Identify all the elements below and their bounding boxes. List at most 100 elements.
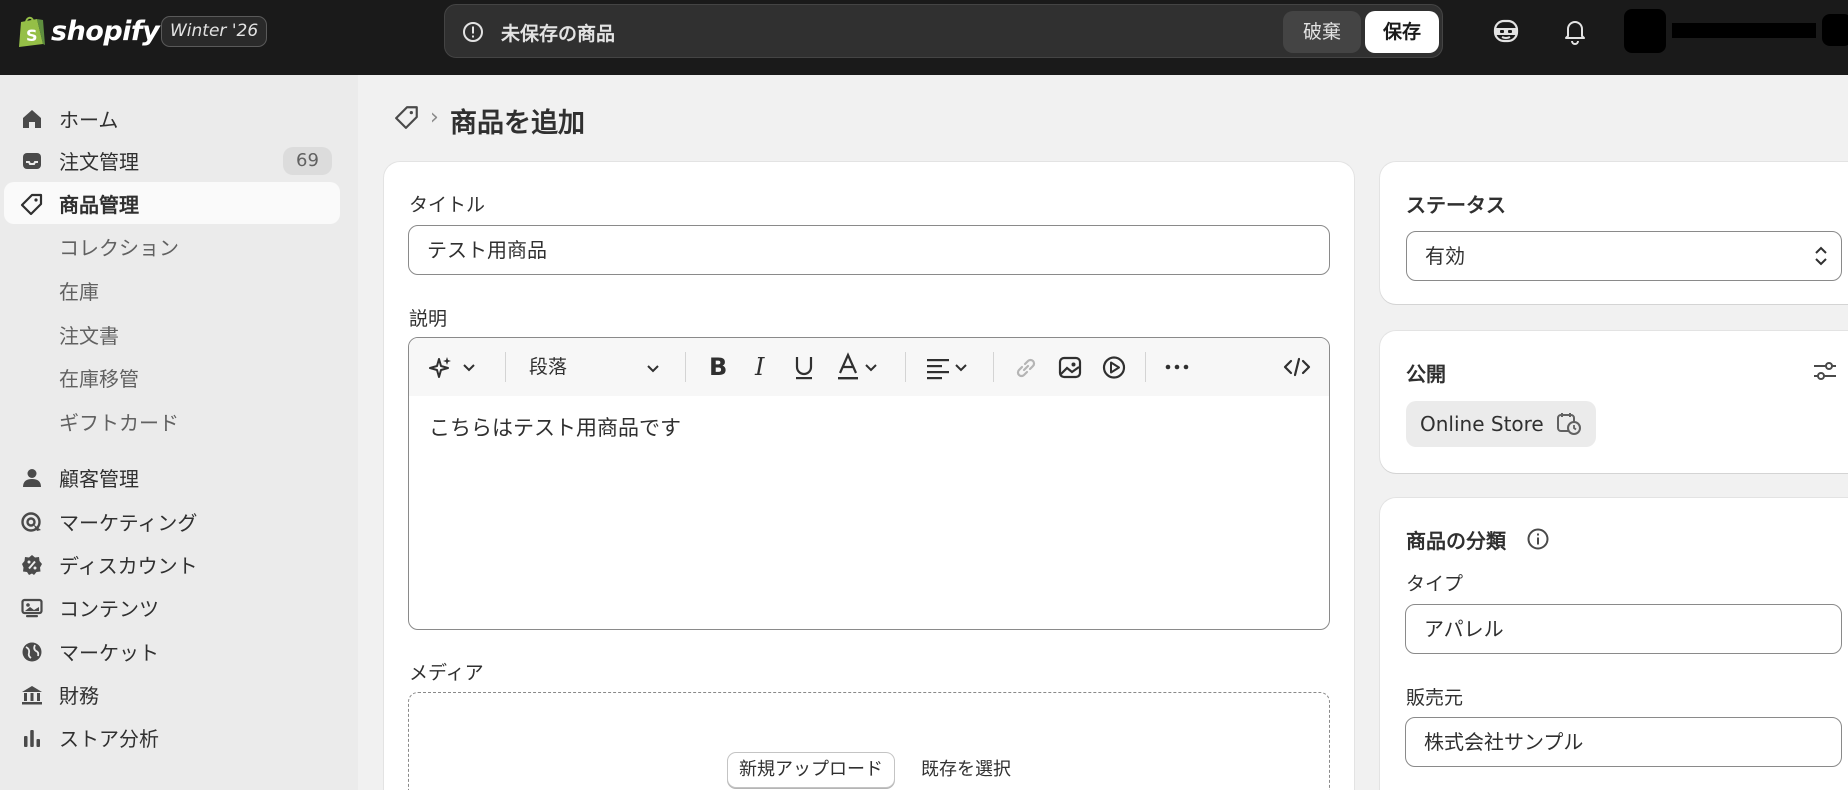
orders-count-badge: 69 bbox=[283, 147, 332, 175]
unsaved-changes-bar: 未保存の商品 破棄 保存 bbox=[444, 4, 1443, 58]
chevron-right-icon: › bbox=[430, 105, 439, 130]
paragraph-style-select[interactable]: 段落 bbox=[529, 352, 567, 382]
insert-video-icon[interactable] bbox=[1101, 352, 1127, 382]
sidebar-item-label: コレクション bbox=[59, 235, 179, 260]
sidebar-item-label: 在庫 bbox=[59, 279, 99, 304]
sidebar-item-gift-cards[interactable]: ギフトカード bbox=[4, 400, 340, 442]
sidebar-item-home[interactable]: ホーム bbox=[4, 97, 340, 139]
sidebar-item-label: 財務 bbox=[59, 683, 99, 708]
user-avatar[interactable] bbox=[1822, 14, 1848, 46]
sidebar-item-collections[interactable]: コレクション bbox=[4, 225, 340, 267]
publishing-card: 公開 Online Store bbox=[1380, 331, 1848, 473]
description-editor: 段落 B I こちらはテスト用商品です bbox=[408, 337, 1330, 630]
media-dropzone[interactable]: 新規アップロード 既存を選択 bbox=[408, 692, 1330, 790]
sidebar-item-markets[interactable]: マーケット bbox=[4, 630, 340, 672]
sidebar-item-finance[interactable]: 財務 bbox=[4, 673, 340, 715]
home-icon bbox=[23, 110, 41, 128]
svg-text:I: I bbox=[754, 353, 765, 381]
organization-title: 商品の分類 bbox=[1406, 529, 1506, 553]
top-bar: S shopify Winter '26 未保存の商品 破棄 保存 bbox=[0, 0, 1848, 75]
select-existing-button[interactable]: 既存を選択 bbox=[921, 752, 1011, 788]
insert-image-icon[interactable] bbox=[1057, 352, 1083, 382]
calendar-clock-icon[interactable] bbox=[1556, 412, 1582, 436]
store-name-redacted[interactable] bbox=[1672, 23, 1816, 38]
publishing-title: 公開 bbox=[1406, 362, 1446, 386]
shopify-logo[interactable]: S shopify bbox=[17, 14, 160, 48]
page-title: 商品を追加 bbox=[450, 108, 585, 139]
underline-icon[interactable] bbox=[791, 352, 817, 382]
code-view-icon[interactable] bbox=[1283, 352, 1311, 382]
bell-icon[interactable] bbox=[1560, 16, 1590, 46]
svg-text:S: S bbox=[26, 26, 38, 45]
sidebar-item-customers[interactable]: 顧客管理 bbox=[4, 456, 340, 498]
sales-channel-chip[interactable]: Online Store bbox=[1406, 401, 1596, 447]
type-label: タイプ bbox=[1406, 573, 1464, 595]
description-text[interactable]: こちらはテスト用商品です bbox=[429, 412, 681, 442]
sidebar-item-purchase-orders[interactable]: 注文書 bbox=[4, 313, 340, 355]
save-button[interactable]: 保存 bbox=[1365, 11, 1439, 53]
channel-name: Online Store bbox=[1420, 412, 1544, 436]
sidebar: ホーム 注文管理 69 商品管理 コレクション 在庫 注文書 在庫移管 ギフトカ… bbox=[0, 75, 358, 790]
sidebar-item-discounts[interactable]: ディスカウント bbox=[4, 543, 340, 585]
toolbar-divider bbox=[505, 352, 506, 382]
chevron-down-icon bbox=[463, 364, 475, 372]
more-icon[interactable] bbox=[1163, 352, 1191, 382]
sidekick-icon[interactable] bbox=[1491, 16, 1521, 46]
text-color-icon bbox=[838, 352, 858, 380]
tag-icon bbox=[20, 193, 43, 216]
sidebar-item-label: マーケティング bbox=[59, 510, 198, 535]
svg-text:B: B bbox=[709, 353, 727, 381]
sidebar-item-analytics[interactable]: ストア分析 bbox=[4, 716, 340, 758]
info-icon[interactable] bbox=[1526, 527, 1550, 551]
filter-settings-icon[interactable] bbox=[1812, 359, 1838, 383]
sidebar-item-label: 注文書 bbox=[59, 323, 119, 348]
person-icon bbox=[23, 469, 41, 487]
sidebar-item-orders[interactable]: 注文管理 69 bbox=[4, 139, 340, 181]
alert-circle-icon bbox=[463, 22, 483, 42]
chevron-down-icon bbox=[865, 364, 877, 372]
tag-icon[interactable] bbox=[394, 104, 420, 130]
breadcrumb: › 商品を追加 bbox=[394, 104, 585, 139]
sidebar-item-marketing[interactable]: マーケティング bbox=[4, 500, 340, 542]
unsaved-message: 未保存の商品 bbox=[501, 23, 616, 45]
store-avatar[interactable] bbox=[1624, 9, 1666, 53]
sidebar-item-products[interactable]: 商品管理 bbox=[4, 182, 340, 224]
select-chevrons-icon bbox=[1815, 246, 1827, 266]
toolbar-divider bbox=[905, 352, 906, 382]
version-badge[interactable]: Winter '26 bbox=[161, 16, 268, 47]
globe-icon bbox=[22, 642, 42, 662]
shopify-bag-icon: S bbox=[19, 16, 45, 47]
content-icon bbox=[21, 598, 43, 618]
sidebar-item-transfers[interactable]: 在庫移管 bbox=[4, 356, 340, 398]
discard-button[interactable]: 破棄 bbox=[1283, 11, 1361, 53]
bar-chart-icon bbox=[24, 730, 40, 747]
title-input[interactable]: テスト用商品 bbox=[408, 225, 1330, 275]
sidebar-item-label: 注文管理 bbox=[59, 149, 139, 174]
product-type-input[interactable]: アパレル bbox=[1405, 604, 1842, 654]
media-label: メディア bbox=[409, 662, 484, 684]
bold-icon[interactable]: B bbox=[705, 352, 731, 382]
sidebar-item-label: ディスカウント bbox=[59, 553, 198, 578]
chevron-down-icon bbox=[955, 364, 967, 372]
sidebar-item-label: 顧客管理 bbox=[59, 466, 139, 491]
ai-generate-button[interactable] bbox=[429, 352, 477, 382]
toolbar-divider bbox=[1145, 352, 1146, 382]
toolbar-divider bbox=[993, 352, 994, 382]
target-icon bbox=[21, 512, 41, 532]
upload-new-button[interactable]: 新規アップロード bbox=[727, 752, 895, 788]
sidebar-item-content[interactable]: コンテンツ bbox=[4, 586, 340, 628]
link-icon[interactable] bbox=[1013, 352, 1039, 382]
align-button[interactable] bbox=[925, 352, 969, 382]
chevron-down-icon[interactable] bbox=[645, 360, 661, 376]
text-color-button[interactable] bbox=[835, 352, 879, 382]
status-select[interactable]: 有効 bbox=[1406, 231, 1842, 281]
italic-icon[interactable]: I bbox=[749, 352, 775, 382]
sidebar-item-inventory[interactable]: 在庫 bbox=[4, 269, 340, 311]
editor-toolbar: 段落 B I bbox=[409, 338, 1329, 396]
status-title: ステータス bbox=[1406, 193, 1506, 217]
sparkle-icon bbox=[429, 357, 451, 378]
sidebar-item-label: 在庫移管 bbox=[59, 366, 139, 391]
sidebar-item-label: ホーム bbox=[59, 107, 119, 132]
vendor-input[interactable]: 株式会社サンプル bbox=[1405, 717, 1842, 767]
sidebar-item-label: マーケット bbox=[59, 640, 159, 665]
